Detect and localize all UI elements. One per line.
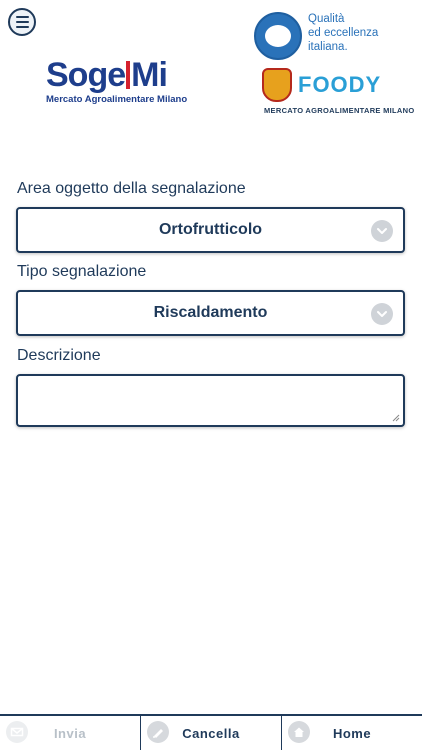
area-select[interactable]: Ortofrutticolo: [16, 207, 405, 253]
sogemi-logo-subtitle: Mercato Agroalimentare Milano: [46, 94, 188, 105]
hamburger-menu-icon: [15, 16, 29, 18]
descrizione-label: Descrizione: [17, 347, 101, 364]
home-icon: [288, 721, 310, 743]
tipo-select[interactable]: Riscaldamento: [16, 290, 405, 336]
mercato-ittico-seal-icon: [254, 12, 302, 60]
descrizione-textarea[interactable]: [16, 374, 405, 427]
tipo-label: Tipo segnalazione: [17, 263, 147, 280]
foody-crest-icon: [262, 68, 292, 102]
chevron-down-icon: [371, 220, 393, 242]
invia-button[interactable]: Invia: [0, 716, 141, 750]
qualita-logo: Qualità ed eccellenza italiana.: [254, 12, 394, 60]
bottom-tabbar: Invia Cancella Home: [0, 714, 422, 750]
cancella-button[interactable]: Cancella: [141, 716, 282, 750]
tipo-select-value: Riscaldamento: [153, 304, 268, 321]
envelope-icon: [6, 721, 28, 743]
area-label: Area oggetto della segnalazione: [17, 180, 246, 197]
home-button[interactable]: Home: [282, 716, 422, 750]
resize-handle-icon[interactable]: [392, 414, 400, 422]
area-select-value: Ortofrutticolo: [158, 221, 263, 238]
menu-button[interactable]: [8, 8, 36, 36]
foody-logo: FOODY MERCATO AGROALIMENTARE MILANO: [262, 66, 414, 116]
chevron-down-icon: [371, 303, 393, 325]
eraser-icon: [147, 721, 169, 743]
sogemi-logo: Soge Mi Mercato Agroalimentare Milano: [46, 56, 188, 105]
